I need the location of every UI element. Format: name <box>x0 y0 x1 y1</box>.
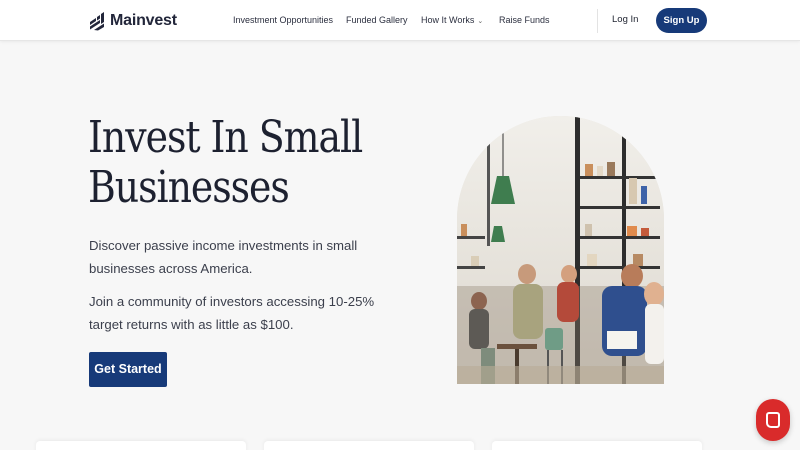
get-started-button[interactable]: Get Started <box>89 352 167 387</box>
hero-title: Invest In Small Businesses <box>88 113 372 213</box>
nav-how-it-works[interactable]: How It Works ⌄ <box>421 15 483 25</box>
opportunity-card-2[interactable] <box>264 441 474 450</box>
nav-investment-opportunities[interactable]: Investment Opportunities <box>233 15 333 25</box>
mainvest-logo-icon <box>90 12 104 31</box>
logo-text: Mainvest <box>110 12 177 29</box>
hero-title-line1: Invest In Small <box>88 112 363 163</box>
logo[interactable]: Mainvest <box>89 10 177 32</box>
nav-raise-funds[interactable]: Raise Funds <box>499 15 550 25</box>
nav-how-it-works-label: How It Works <box>421 15 475 25</box>
opportunity-card-3[interactable] <box>492 441 702 450</box>
hero-paragraph-1: Discover passive income investments in s… <box>89 238 358 276</box>
chat-launcher-button[interactable] <box>756 399 790 441</box>
login-link[interactable]: Log In <box>612 14 638 25</box>
opportunity-card-1[interactable] <box>36 441 246 450</box>
chevron-down-icon: ⌄ <box>477 18 484 25</box>
signup-button[interactable]: Sign Up <box>656 8 707 33</box>
nav-funded-gallery[interactable]: Funded Gallery <box>346 15 408 25</box>
hero-title-line2: Businesses <box>88 162 290 213</box>
nav-divider <box>597 9 598 33</box>
hero-paragraph-2: Join a community of investors accessing … <box>89 294 375 332</box>
chat-icon <box>766 412 780 428</box>
hero-cafe-photo <box>457 116 664 384</box>
top-navbar: Mainvest Investment Opportunities Funded… <box>0 0 800 41</box>
